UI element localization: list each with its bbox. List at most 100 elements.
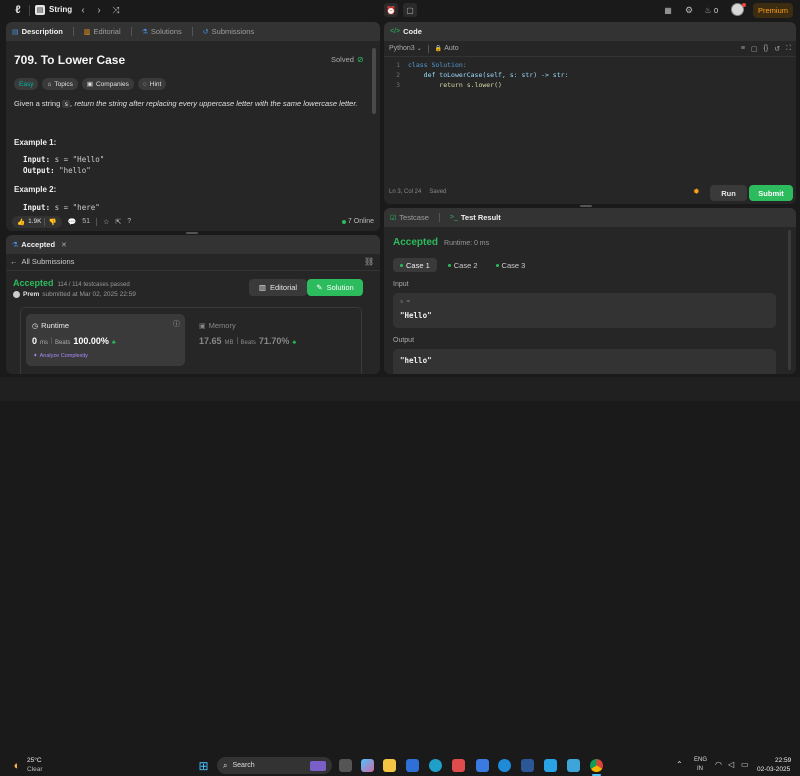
timer-icon[interactable]: ⏰ (384, 3, 398, 17)
saved-status: Saved (429, 189, 447, 195)
all-submissions-link[interactable]: ← All Submissions (10, 257, 74, 266)
comment-icon[interactable]: 💬 (68, 218, 77, 226)
windows-start-icon[interactable]: ⊞ (197, 759, 210, 773)
settings-icon[interactable]: ⚙ (684, 5, 694, 15)
chrome-icon[interactable] (590, 759, 603, 772)
hint-tag[interactable]: ◌ Hint (137, 78, 167, 90)
reset-icon[interactable]: ↺ (774, 45, 780, 53)
language-select[interactable]: Python3 ⌄ (389, 45, 422, 52)
tab-description[interactable]: ▤ Description (12, 27, 63, 36)
fire-icon[interactable]: ♨ (704, 4, 712, 16)
chip-icon: ▣ (199, 322, 206, 330)
tab-code-label: Code (403, 27, 422, 36)
notepad-icon[interactable] (567, 759, 580, 772)
notes-icon[interactable]: ▢ (403, 3, 417, 17)
link-icon[interactable]: ⛓ (364, 257, 374, 266)
task-view-icon[interactable] (339, 759, 352, 772)
run-button[interactable]: Run (710, 185, 747, 201)
vertical-resize-handle[interactable] (186, 232, 198, 234)
tab-code[interactable]: </> Code (390, 27, 422, 36)
vscode-icon[interactable] (544, 759, 557, 772)
file-explorer-icon[interactable] (383, 759, 396, 772)
chevron-left-icon[interactable]: ‹ (78, 3, 88, 17)
weather-icon[interactable]: ◐ (10, 760, 24, 772)
close-icon[interactable]: ✕ (61, 241, 67, 249)
wifi-icon[interactable]: ◠ (715, 760, 722, 769)
chevron-up-icon[interactable]: ⌃ (676, 760, 683, 769)
divider (6, 270, 380, 271)
case-tab-2[interactable]: Case 2 (441, 258, 485, 272)
memory-label: Memory (208, 321, 236, 330)
cursor-position: Ln 3, Col 24 (389, 189, 422, 195)
premium-button[interactable]: Premium (753, 3, 793, 18)
shuffle-icon[interactable]: ⤨ (111, 4, 121, 16)
layout-icon[interactable]: ▦ (663, 5, 673, 15)
solution-button[interactable]: ✎ Solution (307, 279, 363, 296)
book-icon: ▥ (258, 283, 266, 292)
leetcode-logo-icon[interactable]: ℓ (12, 4, 24, 16)
bookmark-icon[interactable]: ▢ (751, 45, 758, 53)
companies-tag[interactable]: ▣ Companies (81, 78, 134, 90)
language-top[interactable]: ENG (694, 757, 707, 763)
search-placeholder: Search (232, 762, 255, 769)
tab-submissions[interactable]: ↺ Submissions (203, 27, 254, 36)
share-icon[interactable]: ⇱ (115, 218, 121, 226)
memory-beats: 71.70% (258, 336, 290, 346)
runtime-card[interactable]: ◷ Runtime ⓘ 0 ms Beats 100.00% ♣ ✦ Analy… (26, 314, 185, 366)
hint-label: Hint (149, 80, 162, 88)
leaf-icon: ♣ (292, 340, 297, 346)
case-tab-1[interactable]: Case 1 (393, 258, 437, 272)
list-icon[interactable]: ▤ (35, 5, 45, 15)
problem-list-title[interactable]: String (49, 5, 72, 14)
result-status: Accepted Runtime: 0 ms (393, 237, 489, 248)
help-icon[interactable]: ? (127, 218, 131, 225)
solved-status: Solved ⊘ (331, 55, 364, 64)
weather-temp[interactable]: 25°C (27, 757, 42, 764)
result-scrollbar[interactable] (788, 230, 791, 370)
clock-time[interactable]: 22:59 (775, 757, 791, 764)
tab-testcase[interactable]: ☑ Testcase (390, 213, 429, 222)
taskbar-search[interactable]: ⌕ Search (217, 757, 332, 774)
topics-tag[interactable]: ⌂ Topics (42, 78, 78, 90)
code-editor[interactable]: 1 class Solution: 2 def toLowerCase(self,… (384, 60, 794, 90)
star-icon[interactable]: ☆ (103, 218, 109, 226)
fullscreen-icon[interactable]: ⛶ (786, 45, 791, 53)
info-icon[interactable]: ⓘ (173, 319, 180, 329)
horizontal-resize-handle[interactable] (580, 205, 592, 207)
problem-title: 709. To Lower Case (14, 53, 126, 67)
edge-icon[interactable] (429, 759, 442, 772)
editorial-button[interactable]: ▥ Editorial (249, 279, 307, 296)
case-tab-3[interactable]: Case 3 (489, 258, 533, 272)
cortana-icon[interactable] (498, 759, 511, 772)
volume-icon[interactable]: ◁ (728, 760, 734, 769)
battery-icon[interactable]: ▭ (741, 760, 749, 769)
format-icon[interactable]: ≡ (741, 45, 745, 52)
tab-solutions[interactable]: ⚗ Solutions (142, 27, 182, 36)
store-icon[interactable] (452, 759, 465, 772)
problem-scrollbar[interactable] (372, 48, 376, 114)
tab-editorial[interactable]: ▥ Editorial (84, 27, 121, 36)
online-count: 7 Online (341, 218, 374, 225)
auto-toggle[interactable]: 🔒 Auto (435, 45, 459, 52)
problem-tabs: ▤ Description ▥ Editorial ⚗ Solutions ↺ … (6, 22, 380, 41)
app-icon[interactable] (476, 759, 489, 772)
comment-count: 51 (82, 218, 91, 225)
leaf-icon: ♣ (111, 340, 116, 346)
tab-accepted[interactable]: ⚗ Accepted ✕ (12, 240, 67, 249)
braces-icon[interactable]: {} (764, 45, 769, 52)
analyze-complexity[interactable]: ✦ Analyze Complexity (33, 353, 88, 359)
submitter-name[interactable]: Prem (23, 291, 39, 298)
like-button[interactable]: 👍 1.9K 👎 (12, 215, 62, 228)
output-value: "hello" (400, 356, 432, 365)
difficulty-badge[interactable]: Easy (14, 78, 39, 90)
word-icon[interactable] (521, 759, 534, 772)
chevron-right-icon[interactable]: › (94, 3, 104, 17)
submit-button[interactable]: Submit (749, 185, 793, 201)
memory-card[interactable]: ▣ Memory 17.65 MB Beats 71.70% ♣ (199, 314, 354, 366)
copilot-icon[interactable] (361, 759, 374, 772)
tab-test-result[interactable]: >_ Test Result (450, 213, 501, 222)
windows-taskbar: ◐ 25°C Clear ⊞ ⌕ Search ⌃ ENG IN ◠ ◁ ▭ 2… (0, 377, 800, 776)
accepted-label: Accepted (13, 278, 54, 288)
debug-icon[interactable]: ✸ (693, 187, 700, 196)
photos-icon[interactable] (406, 759, 419, 772)
